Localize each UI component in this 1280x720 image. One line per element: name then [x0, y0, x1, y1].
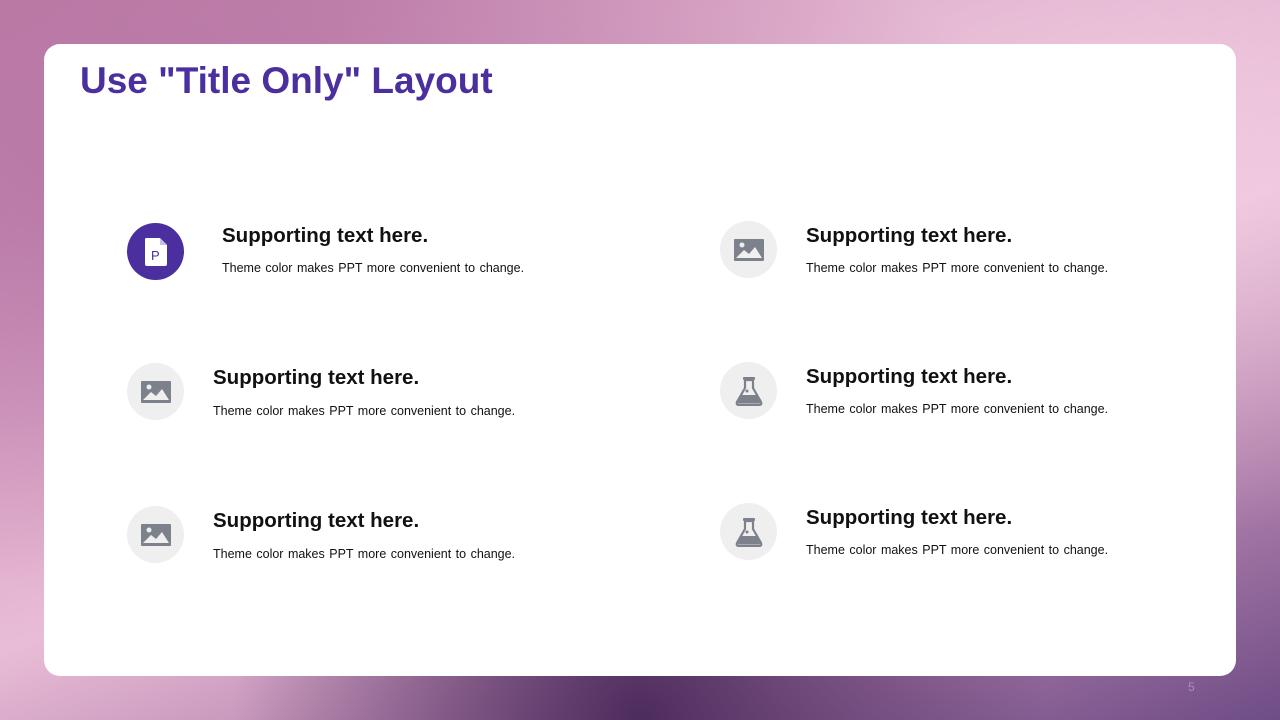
- item-heading: Supporting text here.: [806, 224, 1013, 247]
- item-body: Theme color makes PPT more convenient to…: [806, 261, 1109, 275]
- item-heading: Supporting text here.: [806, 506, 1013, 529]
- powerpoint-file-icon: P: [127, 223, 184, 280]
- item-body: Theme color makes PPT more convenient to…: [213, 547, 516, 561]
- item-body: Theme color makes PPT more convenient to…: [806, 402, 1109, 416]
- image-icon: [127, 506, 184, 563]
- flask-icon: [720, 362, 777, 419]
- image-icon: [127, 363, 184, 420]
- page-number: 5: [1188, 680, 1195, 694]
- item-body: Theme color makes PPT more convenient to…: [222, 261, 525, 275]
- flask-icon: [720, 503, 777, 560]
- item-body: Theme color makes PPT more convenient to…: [806, 543, 1109, 557]
- item-heading: Supporting text here.: [213, 509, 420, 532]
- item-heading: Supporting text here.: [806, 365, 1013, 388]
- image-icon: [720, 221, 777, 278]
- item-body: Theme color makes PPT more convenient to…: [213, 404, 516, 418]
- item-heading: Supporting text here.: [222, 224, 429, 247]
- svg-text:P: P: [151, 248, 160, 263]
- item-heading: Supporting text here.: [213, 366, 420, 389]
- slide-title: Use "Title Only" Layout: [80, 60, 493, 101]
- content-card: Use "Title Only" Layout P Supporting tex…: [44, 44, 1236, 676]
